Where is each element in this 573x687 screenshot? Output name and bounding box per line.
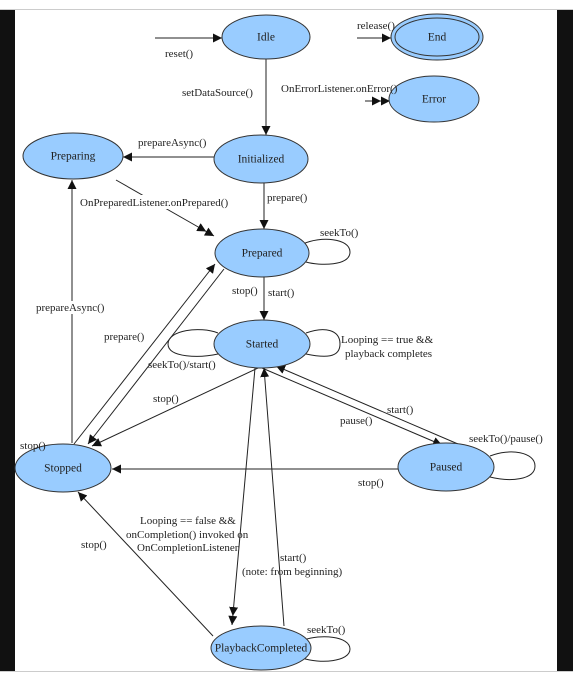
edge-seek-pause-paused (489, 451, 536, 480)
edge-start-completed (260, 367, 285, 627)
state-label: Initialized (238, 154, 285, 166)
state-playback-completed: PlaybackCompleted (210, 625, 312, 671)
label-stop-started: stop() (153, 393, 179, 405)
state-label: Prepared (242, 248, 283, 260)
label-looping-true-1: Looping == true && (341, 334, 434, 346)
label-release: release() (357, 20, 395, 32)
state-prepared: Prepared (214, 228, 310, 278)
label-looping-true-2: playback completes (345, 348, 432, 360)
edge-start-paused (275, 365, 459, 445)
state-label: Idle (257, 32, 275, 44)
state-label: Started (246, 339, 279, 351)
label-seek-pause-paused: seekTo()/pause() (469, 433, 543, 445)
state-error: Error (388, 75, 480, 123)
label-start-paused: start() (387, 404, 414, 416)
label-stop-paused: stop() (358, 477, 384, 489)
label-looping-false-1: Looping == false && (140, 515, 236, 527)
state-initialized: Initialized (213, 134, 309, 184)
state-started: Started (213, 319, 311, 369)
label-seek-completed: seekTo() (307, 624, 346, 636)
state-label: Error (422, 94, 446, 106)
edge-seek-start-started (167, 329, 219, 357)
label-start-prepared: start() (268, 287, 295, 299)
label-set-data-source: setDataSource() (182, 87, 253, 99)
label-start-completed-2: (note: from beginning) (242, 566, 343, 578)
state-paused: Paused (397, 442, 495, 492)
state-preparing: Preparing (22, 132, 124, 180)
label-on-prepared: OnPreparedListener.onPrepared() (80, 197, 228, 209)
label-stop-stopped: stop() (20, 440, 46, 452)
label-looping-false-2: onCompletion() invoked on (126, 529, 249, 541)
label-pause-started: pause() (340, 415, 373, 427)
state-label: Stopped (44, 463, 82, 475)
label-looping-false-3: OnCompletionListener (137, 542, 239, 554)
state-diagram: Idle End Error Preparing Initialized Pre… (14, 13, 543, 671)
edge-seek-prepared (302, 238, 351, 265)
edge-prepare-stopped (73, 263, 216, 445)
label-prepare-init: prepare() (267, 192, 308, 204)
state-label: PlaybackCompleted (215, 643, 308, 655)
state-label: End (428, 32, 447, 44)
label-prepare-async-init: prepareAsync() (138, 137, 207, 149)
label-seek-start-started: seekTo()/start() (148, 359, 216, 371)
label-on-error: OnErrorListener.onError() (281, 83, 398, 95)
edge-pause-started (261, 367, 443, 446)
label-prepare-async-stopped: prepareAsync() (36, 302, 105, 314)
state-label: Preparing (51, 151, 96, 163)
edge-looping-true (305, 329, 341, 357)
state-label: Paused (430, 462, 463, 474)
state-end: End (390, 13, 484, 61)
edge-stop-completed (77, 491, 214, 637)
label-start-completed-1: start() (280, 552, 307, 564)
state-idle: Idle (221, 14, 311, 60)
label-stop-prepared: stop() (232, 285, 258, 297)
diagram-frame: Idle End Error Preparing Initialized Pre… (0, 0, 573, 687)
label-seek-prepared: seekTo() (320, 227, 359, 239)
label-stop-completed: stop() (81, 539, 107, 551)
label-prepare-stopped: prepare() (104, 331, 145, 343)
label-reset: reset() (165, 48, 193, 60)
edge-looping-false (228, 367, 256, 626)
